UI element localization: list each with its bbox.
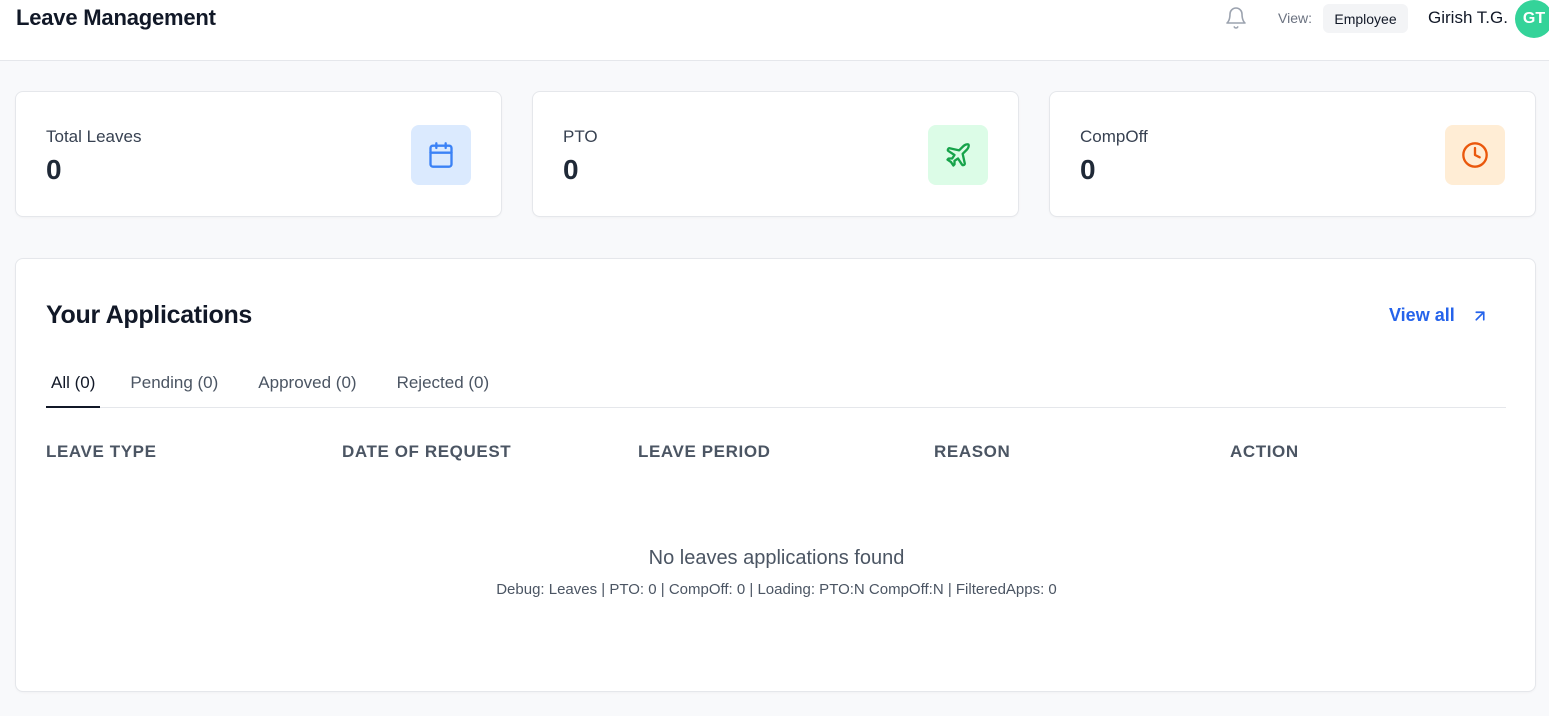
stat-value: 0: [46, 154, 62, 185]
view-role-select[interactable]: Employee: [1323, 4, 1408, 33]
page-title: Leave Management: [16, 5, 216, 30]
tab-rejected[interactable]: Rejected (0): [397, 367, 490, 407]
empty-state-message: No leaves applications found: [648, 547, 905, 569]
avatar[interactable]: GT: [1515, 0, 1549, 38]
user-name: Girish T.G.: [1428, 8, 1508, 27]
column-header-leave-period: LEAVE PERIOD: [638, 442, 771, 461]
arrow-up-right-icon: [1475, 310, 1485, 321]
column-header-date-of-request: DATE OF REQUEST: [342, 442, 512, 461]
stat-label: Total Leaves: [46, 127, 142, 146]
applications-card: Your Applications View all All (0) Pendi…: [15, 258, 1536, 692]
view-all-label: View all: [1389, 305, 1455, 325]
bell-icon[interactable]: [1222, 4, 1250, 32]
application-tabs: All (0) Pending (0) Approved (0) Rejecte…: [46, 367, 1506, 408]
calendar-icon: [411, 125, 471, 185]
view-all-link[interactable]: View all: [1389, 305, 1489, 326]
stat-value: 0: [563, 154, 579, 185]
plane-icon: [928, 125, 988, 185]
tab-pending[interactable]: Pending (0): [130, 367, 218, 407]
debug-text: Debug: Leaves | PTO: 0 | CompOff: 0 | Lo…: [496, 581, 1057, 598]
stat-label: CompOff: [1080, 127, 1148, 146]
stat-card-compoff: CompOff 0: [1049, 91, 1536, 217]
tab-all[interactable]: All (0): [46, 367, 101, 408]
top-bar: Leave Management View: Employee Girish T…: [0, 0, 1549, 61]
clock-icon: [1445, 125, 1505, 185]
stat-label: PTO: [563, 127, 598, 146]
stat-value: 0: [1080, 154, 1096, 185]
section-title: Your Applications: [46, 301, 253, 329]
stat-card-total-leaves: Total Leaves 0: [15, 91, 502, 217]
column-header-reason: REASON: [934, 442, 1011, 461]
stat-card-pto: PTO 0: [532, 91, 1019, 217]
tab-approved[interactable]: Approved (0): [258, 367, 356, 407]
column-header-action: ACTION: [1230, 442, 1299, 461]
column-header-leave-type: LEAVE TYPE: [46, 442, 157, 461]
view-label: View:: [1278, 10, 1312, 26]
